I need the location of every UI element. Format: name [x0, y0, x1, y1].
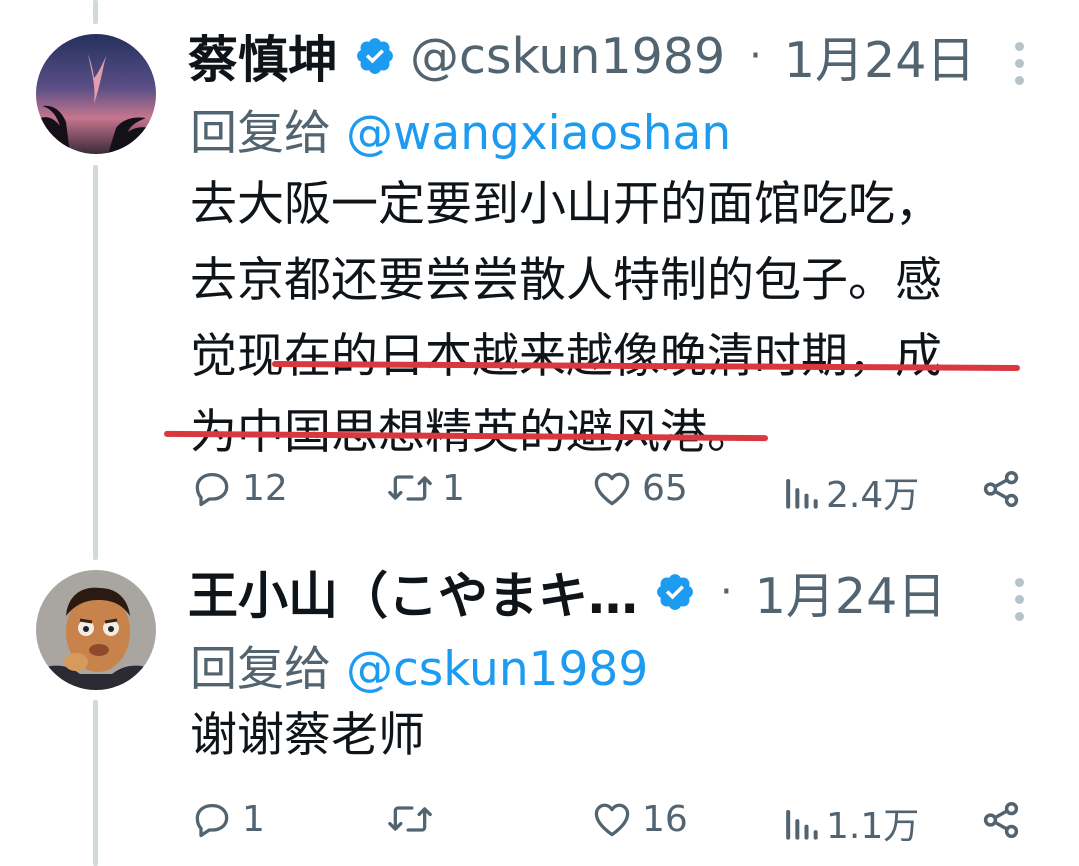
separator-dot: · [720, 569, 733, 615]
views-button[interactable]: 1.1万 [784, 797, 919, 849]
views-bar-chart-icon [786, 478, 818, 509]
heart-icon [594, 472, 630, 506]
more-vertical-icon[interactable] [1015, 578, 1025, 629]
reply-count: 1 [242, 798, 265, 840]
author-name[interactable]: 蔡慎坤 [188, 20, 338, 92]
tweet-text-line: 觉现在的日本越来越像晚清时期，成 [190, 329, 942, 384]
like-count: 65 [642, 467, 688, 509]
share-icon[interactable] [980, 799, 1022, 845]
like-button[interactable]: 16 [590, 797, 688, 841]
thread-line-middle [93, 165, 98, 560]
tweet-text-line: 去京都还要尝尝散人特制的包子。感 [190, 253, 942, 308]
tweet-text-line: 去大阪一定要到小山开的面馆吃吃， [190, 177, 942, 232]
views-count: 1.1万 [826, 806, 920, 847]
reply-prefix: 回复给 [190, 642, 346, 697]
avatar-wangxiaoshan[interactable] [36, 570, 156, 690]
reply-bubble-icon [195, 803, 229, 838]
views-count: 2.4万 [826, 475, 920, 516]
retweet-count: 1 [442, 467, 465, 509]
verified-badge-icon [654, 571, 696, 613]
thread-line-top [93, 0, 98, 24]
verified-badge-icon [354, 35, 396, 77]
reply-to-line: 回复给 @cskun1989 [190, 630, 648, 699]
share-icon[interactable] [980, 468, 1022, 514]
retweet-icon [388, 475, 432, 501]
reply-bubble-icon [195, 472, 229, 507]
reply-mention-link[interactable]: @wangxiaoshan [346, 106, 731, 161]
retweet-button[interactable]: 1 [386, 466, 465, 510]
tweet-date[interactable]: 1月24日 [784, 21, 976, 92]
reply-button[interactable]: 12 [190, 466, 288, 510]
tweet-text: 去大阪一定要到小山开的面馆吃吃， 去京都还要尝尝散人特制的包子。感 觉现在的日本… [190, 167, 942, 471]
author-name[interactable]: 王小山（こやまキ… [188, 556, 638, 628]
reply-mention-link[interactable]: @cskun1989 [346, 642, 648, 697]
avatar-cskun[interactable] [36, 34, 156, 154]
like-count: 16 [642, 798, 688, 840]
heart-icon [594, 803, 630, 837]
separator-dot: · [749, 33, 762, 79]
tweet-header: 蔡慎坤 @cskun1989 · 1月24日 [188, 26, 975, 90]
thread-line-bottom [93, 700, 98, 866]
tweet-date[interactable]: 1月24日 [755, 557, 947, 628]
author-handle[interactable]: @cskun1989 [410, 28, 725, 85]
tweet-header: 王小山（こやまキ… · 1月24日 [188, 562, 946, 625]
like-button[interactable]: 65 [590, 466, 688, 510]
retweet-icon [388, 806, 432, 832]
views-bar-chart-icon [786, 809, 818, 840]
retweet-button[interactable] [386, 797, 442, 841]
tweet-text: 谢谢蔡老师 [190, 698, 425, 774]
reply-button[interactable]: 1 [190, 797, 265, 841]
more-vertical-icon[interactable] [1015, 42, 1025, 93]
reply-to-line: 回复给 @wangxiaoshan [190, 94, 731, 163]
reply-count: 12 [242, 467, 288, 509]
reply-prefix: 回复给 [190, 106, 346, 161]
tweet-text-line: 谢谢蔡老师 [190, 708, 425, 763]
views-button[interactable]: 2.4万 [784, 466, 919, 518]
